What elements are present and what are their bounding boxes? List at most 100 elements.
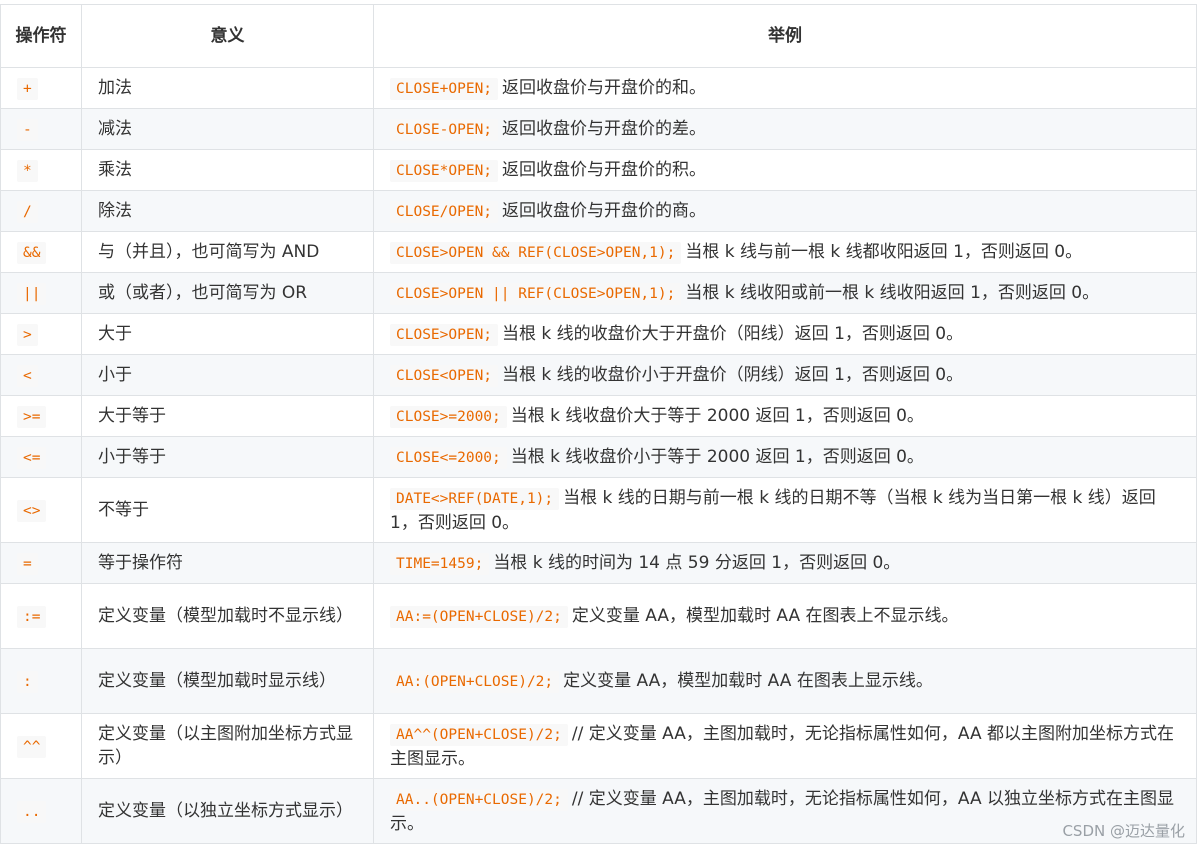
operator-code: <>: [17, 499, 47, 522]
operator-code: ..: [17, 800, 47, 823]
example-code: CLOSE*OPEN;: [390, 159, 499, 182]
meaning-cell: 减法: [81, 108, 374, 150]
example-description: 返回收盘价与开盘价的商。: [502, 200, 707, 221]
table-row: * 乘法 CLOSE*OPEN; 返回收盘价与开盘价的积。: [0, 149, 1197, 191]
example-cell: AA:(OPEN+CLOSE)/2; 定义变量 AA，模型加载时 AA 在图表上显…: [373, 648, 1197, 714]
table-row: <= 小于等于 CLOSE<=2000; 当根 k 线收盘价小于等于 2000 返回 …: [0, 436, 1197, 478]
header-meaning: 意义: [81, 4, 374, 68]
operator-cell: *: [0, 149, 82, 191]
operator-code: &&: [17, 241, 47, 264]
example-description: 当根 k 线的收盘价小于开盘价（阴线）返回 1，否则返回 0。: [502, 364, 964, 385]
operator-code: <=: [17, 446, 47, 469]
operator-code: ||: [17, 282, 47, 305]
example-description: 定义变量 AA，模型加载时 AA 在图表上显示线。: [563, 670, 933, 691]
operator-code: >: [17, 323, 38, 346]
meaning-cell: 等于操作符: [81, 542, 374, 584]
example-cell: CLOSE>OPEN && REF(CLOSE>OPEN,1); 当根 k 线与前…: [373, 231, 1197, 273]
operator-cell: &&: [0, 231, 82, 273]
example-description: 当根 k 线收盘价小于等于 2000 返回 1，否则返回 0。: [510, 446, 924, 467]
operator-cell: =: [0, 542, 82, 584]
operator-code: /: [17, 200, 38, 223]
example-code: CLOSE>=2000;: [390, 405, 507, 428]
example-cell: AA:=(OPEN+CLOSE)/2; 定义变量 AA，模型加载时 AA 在图表上…: [373, 583, 1197, 649]
meaning-cell: 定义变量（以主图附加坐标方式显示）: [81, 713, 374, 779]
meaning-cell: 乘法: [81, 149, 374, 191]
table-row: = 等于操作符 TIME=1459; 当根 k 线的时间为 14 点 59 分返回 1…: [0, 542, 1197, 584]
operator-cell: ..: [0, 778, 82, 844]
meaning-cell: 定义变量（模型加载时显示线）: [81, 648, 374, 714]
table-row: - 减法 CLOSE-OPEN; 返回收盘价与开盘价的差。: [0, 108, 1197, 150]
table-row: < 小于 CLOSE<OPEN; 当根 k 线的收盘价小于开盘价（阴线）返回 1，否则…: [0, 354, 1197, 396]
operator-cell: +: [0, 67, 82, 109]
watermark: CSDN @迈达量化: [1062, 822, 1185, 840]
operator-code: >=: [17, 405, 47, 428]
table-row: + 加法 CLOSE+OPEN; 返回收盘价与开盘价的和。: [0, 67, 1197, 109]
operator-table: 操作符 意义 举例 + 加法 CLOSE+OPEN; 返回收盘价与开盘价的和。 - 减法 C…: [0, 4, 1197, 844]
meaning-cell: 与（并且），也可简写为 AND: [81, 231, 374, 273]
example-code: CLOSE/OPEN;: [390, 200, 499, 223]
example-cell: CLOSE>OPEN || REF(CLOSE>OPEN,1); 当根 k 线收阳…: [373, 272, 1197, 314]
meaning-cell: 加法: [81, 67, 374, 109]
operator-cell: /: [0, 190, 82, 232]
example-code: CLOSE>OPEN;: [390, 323, 499, 346]
table-row: <> 不等于 DATE<>REF(DATE,1); 当根 k 线的日期与前一根 k 线…: [0, 477, 1197, 543]
example-cell: CLOSE-OPEN; 返回收盘价与开盘价的差。: [373, 108, 1197, 150]
table-row: := 定义变量（模型加载时不显示线） AA:=(OPEN+CLOSE)/2; 定义变量…: [0, 583, 1197, 649]
example-cell: AA^^(OPEN+CLOSE)/2;// 定义变量 AA，主图加载时，无论指标…: [373, 713, 1197, 779]
table-row: && 与（并且），也可简写为 AND CLOSE>OPEN && REF(CLOSE…: [0, 231, 1197, 273]
header-operator: 操作符: [0, 4, 82, 68]
example-code: CLOSE<=2000;: [390, 446, 507, 469]
operator-cell: >: [0, 313, 82, 355]
header-example: 举例: [373, 4, 1197, 68]
example-code: AA:=(OPEN+CLOSE)/2;: [390, 605, 568, 628]
example-code: DATE<>REF(DATE,1);: [390, 487, 560, 510]
meaning-cell: 小于等于: [81, 436, 374, 478]
example-cell: CLOSE/OPEN; 返回收盘价与开盘价的商。: [373, 190, 1197, 232]
operator-cell: ^^: [0, 713, 82, 779]
operator-cell: :: [0, 648, 82, 714]
example-code: TIME=1459;: [390, 552, 490, 575]
example-code: AA..(OPEN+CLOSE)/2;: [390, 788, 568, 811]
example-cell: CLOSE>OPEN; 当根 k 线的收盘价大于开盘价（阳线）返回 1，否则返回 …: [373, 313, 1197, 355]
operator-code: :: [17, 670, 38, 693]
example-description: 当根 k 线的时间为 14 点 59 分返回 1，否则返回 0。: [493, 552, 901, 573]
example-description: 当根 k 线与前一根 k 线都收阳返回 1，否则返回 0。: [685, 241, 1083, 262]
meaning-cell: 除法: [81, 190, 374, 232]
example-code: AA^^(OPEN+CLOSE)/2;: [390, 723, 568, 746]
operator-code: *: [17, 159, 38, 182]
table-row: ^^ 定义变量（以主图附加坐标方式显示） AA^^(OPEN+CLOSE)/2;//…: [0, 713, 1197, 779]
example-code: CLOSE>OPEN || REF(CLOSE>OPEN,1);: [390, 282, 682, 305]
example-cell: CLOSE<=2000; 当根 k 线收盘价小于等于 2000 返回 1，否则返回…: [373, 436, 1197, 478]
table-row: >= 大于等于 CLOSE>=2000; 当根 k 线收盘价大于等于 2000 返回 …: [0, 395, 1197, 437]
example-description: 当根 k 线的收盘价大于开盘价（阳线）返回 1，否则返回 0。: [502, 323, 964, 344]
operator-cell: <: [0, 354, 82, 396]
table-row: || 或（或者），也可简写为 OR CLOSE>OPEN || REF(CLOSE>…: [0, 272, 1197, 314]
example-code: CLOSE<OPEN;: [390, 364, 499, 387]
operator-cell: <=: [0, 436, 82, 478]
example-cell: DATE<>REF(DATE,1); 当根 k 线的日期与前一根 k 线的日期不等…: [373, 477, 1197, 543]
operator-cell: >=: [0, 395, 82, 437]
operator-code: ^^: [17, 735, 47, 758]
example-cell: CLOSE>=2000; 当根 k 线收盘价大于等于 2000 返回 1，否则返回…: [373, 395, 1197, 437]
example-code: CLOSE+OPEN;: [390, 77, 499, 100]
example-code: AA:(OPEN+CLOSE)/2;: [390, 670, 560, 693]
table-row: .. 定义变量（以独立坐标方式显示） AA..(OPEN+CLOSE)/2;// 定…: [0, 778, 1197, 844]
example-description: 当根 k 线收阳或前一根 k 线收阳返回 1，否则返回 0。: [685, 282, 1100, 303]
operator-cell: ||: [0, 272, 82, 314]
operator-cell: -: [0, 108, 82, 150]
meaning-cell: 定义变量（以独立坐标方式显示）: [81, 778, 374, 844]
example-code: CLOSE-OPEN;: [390, 118, 499, 141]
meaning-cell: 或（或者），也可简写为 OR: [81, 272, 374, 314]
meaning-cell: 不等于: [81, 477, 374, 543]
operator-code: <: [17, 364, 38, 387]
example-cell: CLOSE+OPEN; 返回收盘价与开盘价的和。: [373, 67, 1197, 109]
example-description: 返回收盘价与开盘价的和。: [502, 77, 707, 98]
example-description: 返回收盘价与开盘价的差。: [502, 118, 707, 139]
meaning-cell: 大于: [81, 313, 374, 355]
operator-code: +: [17, 77, 38, 100]
meaning-cell: 大于等于: [81, 395, 374, 437]
meaning-cell: 小于: [81, 354, 374, 396]
operator-code: :=: [17, 605, 47, 628]
example-description: 定义变量 AA，模型加载时 AA 在图表上不显示线。: [571, 605, 959, 626]
meaning-cell: 定义变量（模型加载时不显示线）: [81, 583, 374, 649]
